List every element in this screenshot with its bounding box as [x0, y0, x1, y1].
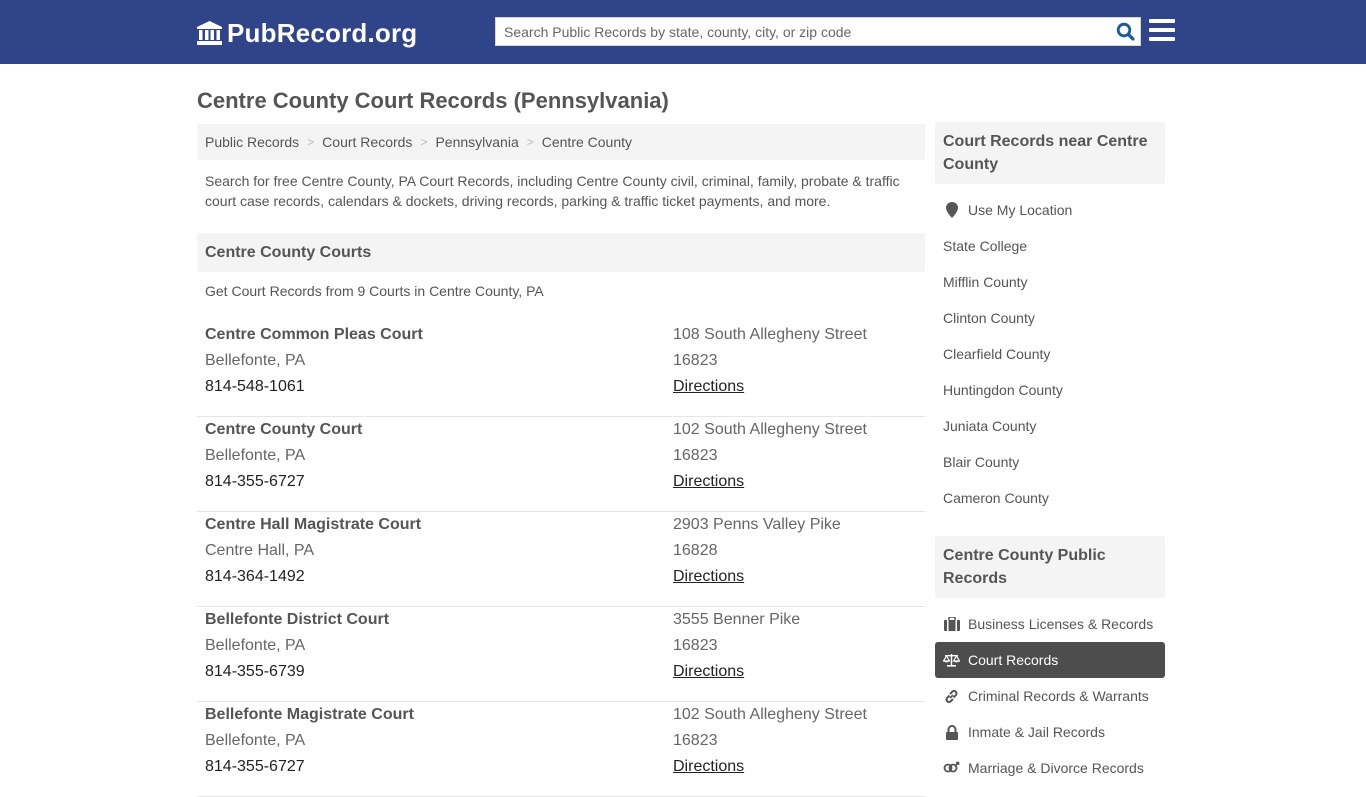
- use-my-location-link[interactable]: Use My Location: [935, 192, 1165, 228]
- hamburger-menu-button[interactable]: [1149, 19, 1175, 43]
- nearby-item[interactable]: Clinton County: [935, 300, 1165, 336]
- court-city: Bellefonte, PA: [205, 732, 306, 749]
- lock-icon: [943, 724, 960, 740]
- main-content: Public Records > Court Records > Pennsyl…: [197, 124, 925, 797]
- menu-bar: [1149, 28, 1175, 32]
- directions-link[interactable]: Directions: [673, 378, 744, 395]
- court-address: 102 South Allegheny Street: [673, 706, 867, 723]
- sidebar-item-label: Criminal Records & Warrants: [968, 688, 1149, 704]
- breadcrumb: Public Records > Court Records > Pennsyl…: [197, 124, 925, 160]
- nearby-item[interactable]: Mifflin County: [935, 264, 1165, 300]
- nearby-item[interactable]: Cameron County: [935, 480, 1165, 516]
- court-zip: 16823: [673, 447, 718, 464]
- court-phone[interactable]: 814-355-6727: [205, 469, 362, 495]
- map-marker-icon: [943, 202, 960, 218]
- nearby-item[interactable]: Blair County: [935, 444, 1165, 480]
- court-zip: 16823: [673, 732, 718, 749]
- court-name: Bellefonte Magistrate Court: [205, 706, 414, 723]
- court-name: Centre Common Pleas Court: [205, 326, 423, 343]
- nearby-heading: Court Records near Centre County: [935, 122, 1165, 184]
- sidebar-item-label: Inmate & Jail Records: [968, 724, 1105, 740]
- court-address: 108 South Allegheny Street: [673, 326, 867, 343]
- court-item: Centre Hall Magistrate Court Centre Hall…: [197, 512, 925, 607]
- breadcrumb-pennsylvania[interactable]: Pennsylvania: [435, 134, 518, 150]
- link-icon: [943, 688, 960, 704]
- sidebar-item-inmate-records[interactable]: Inmate & Jail Records: [935, 714, 1165, 750]
- breadcrumb-separator: >: [307, 135, 315, 149]
- court-city: Centre Hall, PA: [205, 542, 315, 559]
- court-item: Centre Common Pleas Court Bellefonte, PA…: [197, 322, 925, 417]
- search-icon: [1116, 22, 1135, 41]
- search-input[interactable]: [496, 18, 1110, 45]
- nearby-item[interactable]: Clearfield County: [935, 336, 1165, 372]
- directions-link[interactable]: Directions: [673, 758, 744, 775]
- court-phone[interactable]: 814-548-1061: [205, 374, 423, 400]
- balance-scale-icon: [943, 652, 960, 668]
- page-title: Centre County Court Records (Pennsylvani…: [197, 88, 669, 113]
- sidebar-item-label: Court Records: [968, 652, 1059, 668]
- sidebar-item-label: Marriage & Divorce Records: [968, 760, 1144, 776]
- court-item: Bellefonte Magistrate Court Bellefonte, …: [197, 702, 925, 797]
- court-address: 2903 Penns Valley Pike: [673, 516, 841, 533]
- breadcrumb-separator: >: [420, 135, 428, 149]
- court-address: 102 South Allegheny Street: [673, 421, 867, 438]
- site-logo[interactable]: PubRecord.org: [196, 16, 417, 50]
- sidebar: Court Records near Centre County Use My …: [935, 122, 1165, 786]
- search-button[interactable]: [1110, 18, 1140, 45]
- sidebar-item-label: Business Licenses & Records: [968, 616, 1154, 632]
- court-item: Centre County Court Bellefonte, PA 814-3…: [197, 417, 925, 512]
- logo-text: PubRecord.org: [227, 17, 418, 48]
- court-city: Bellefonte, PA: [205, 447, 306, 464]
- court-city: Bellefonte, PA: [205, 352, 306, 369]
- venus-mars-icon: [943, 760, 960, 776]
- breadcrumb-court-records[interactable]: Court Records: [322, 134, 412, 150]
- site-header: PubRecord.org: [0, 0, 1366, 64]
- intro-text: Search for free Centre County, PA Court …: [205, 173, 900, 209]
- directions-link[interactable]: Directions: [673, 568, 744, 585]
- sidebar-item-criminal-records[interactable]: Criminal Records & Warrants: [935, 678, 1165, 714]
- court-phone[interactable]: 814-355-6739: [205, 659, 389, 685]
- menu-bar: [1149, 19, 1175, 23]
- court-zip: 16823: [673, 637, 718, 654]
- court-list: Centre Common Pleas Court Bellefonte, PA…: [197, 322, 925, 797]
- court-zip: 16823: [673, 352, 718, 369]
- directions-link[interactable]: Directions: [673, 473, 744, 490]
- courthouse-icon: [197, 21, 222, 45]
- nearby-list: Use My Location State College Mifflin Co…: [935, 192, 1165, 516]
- public-records-heading: Centre County Public Records: [935, 536, 1165, 598]
- court-item: Bellefonte District Court Bellefonte, PA…: [197, 607, 925, 702]
- nearby-item[interactable]: Juniata County: [935, 408, 1165, 444]
- sidebar-item-court-records[interactable]: Court Records: [935, 642, 1165, 678]
- court-city: Bellefonte, PA: [205, 637, 306, 654]
- nearby-item[interactable]: Huntingdon County: [935, 372, 1165, 408]
- menu-bar: [1149, 37, 1175, 41]
- breadcrumb-centre-county[interactable]: Centre County: [542, 134, 632, 150]
- search-bar: [495, 17, 1141, 46]
- use-my-location-label: Use My Location: [968, 202, 1073, 218]
- court-name: Centre County Court: [205, 421, 363, 438]
- briefcase-icon: [943, 616, 960, 632]
- court-name: Bellefonte District Court: [205, 611, 390, 628]
- directions-link[interactable]: Directions: [673, 663, 744, 680]
- public-records-list: Business Licenses & Records Court Record…: [935, 606, 1165, 786]
- court-zip: 16828: [673, 542, 718, 559]
- sidebar-item-marriage-records[interactable]: Marriage & Divorce Records: [935, 750, 1165, 786]
- sidebar-item-business-licenses[interactable]: Business Licenses & Records: [935, 606, 1165, 642]
- nearby-item[interactable]: State College: [935, 228, 1165, 264]
- court-name: Centre Hall Magistrate Court: [205, 516, 422, 533]
- court-address: 3555 Benner Pike: [673, 611, 801, 628]
- court-phone[interactable]: 814-355-6727: [205, 754, 414, 780]
- breadcrumb-public-records[interactable]: Public Records: [205, 134, 299, 150]
- breadcrumb-separator: >: [526, 135, 534, 149]
- court-phone[interactable]: 814-364-1492: [205, 564, 421, 590]
- courts-section-heading: Centre County Courts: [197, 233, 925, 272]
- courts-section-subheading: Get Court Records from 9 Courts in Centr…: [205, 283, 544, 299]
